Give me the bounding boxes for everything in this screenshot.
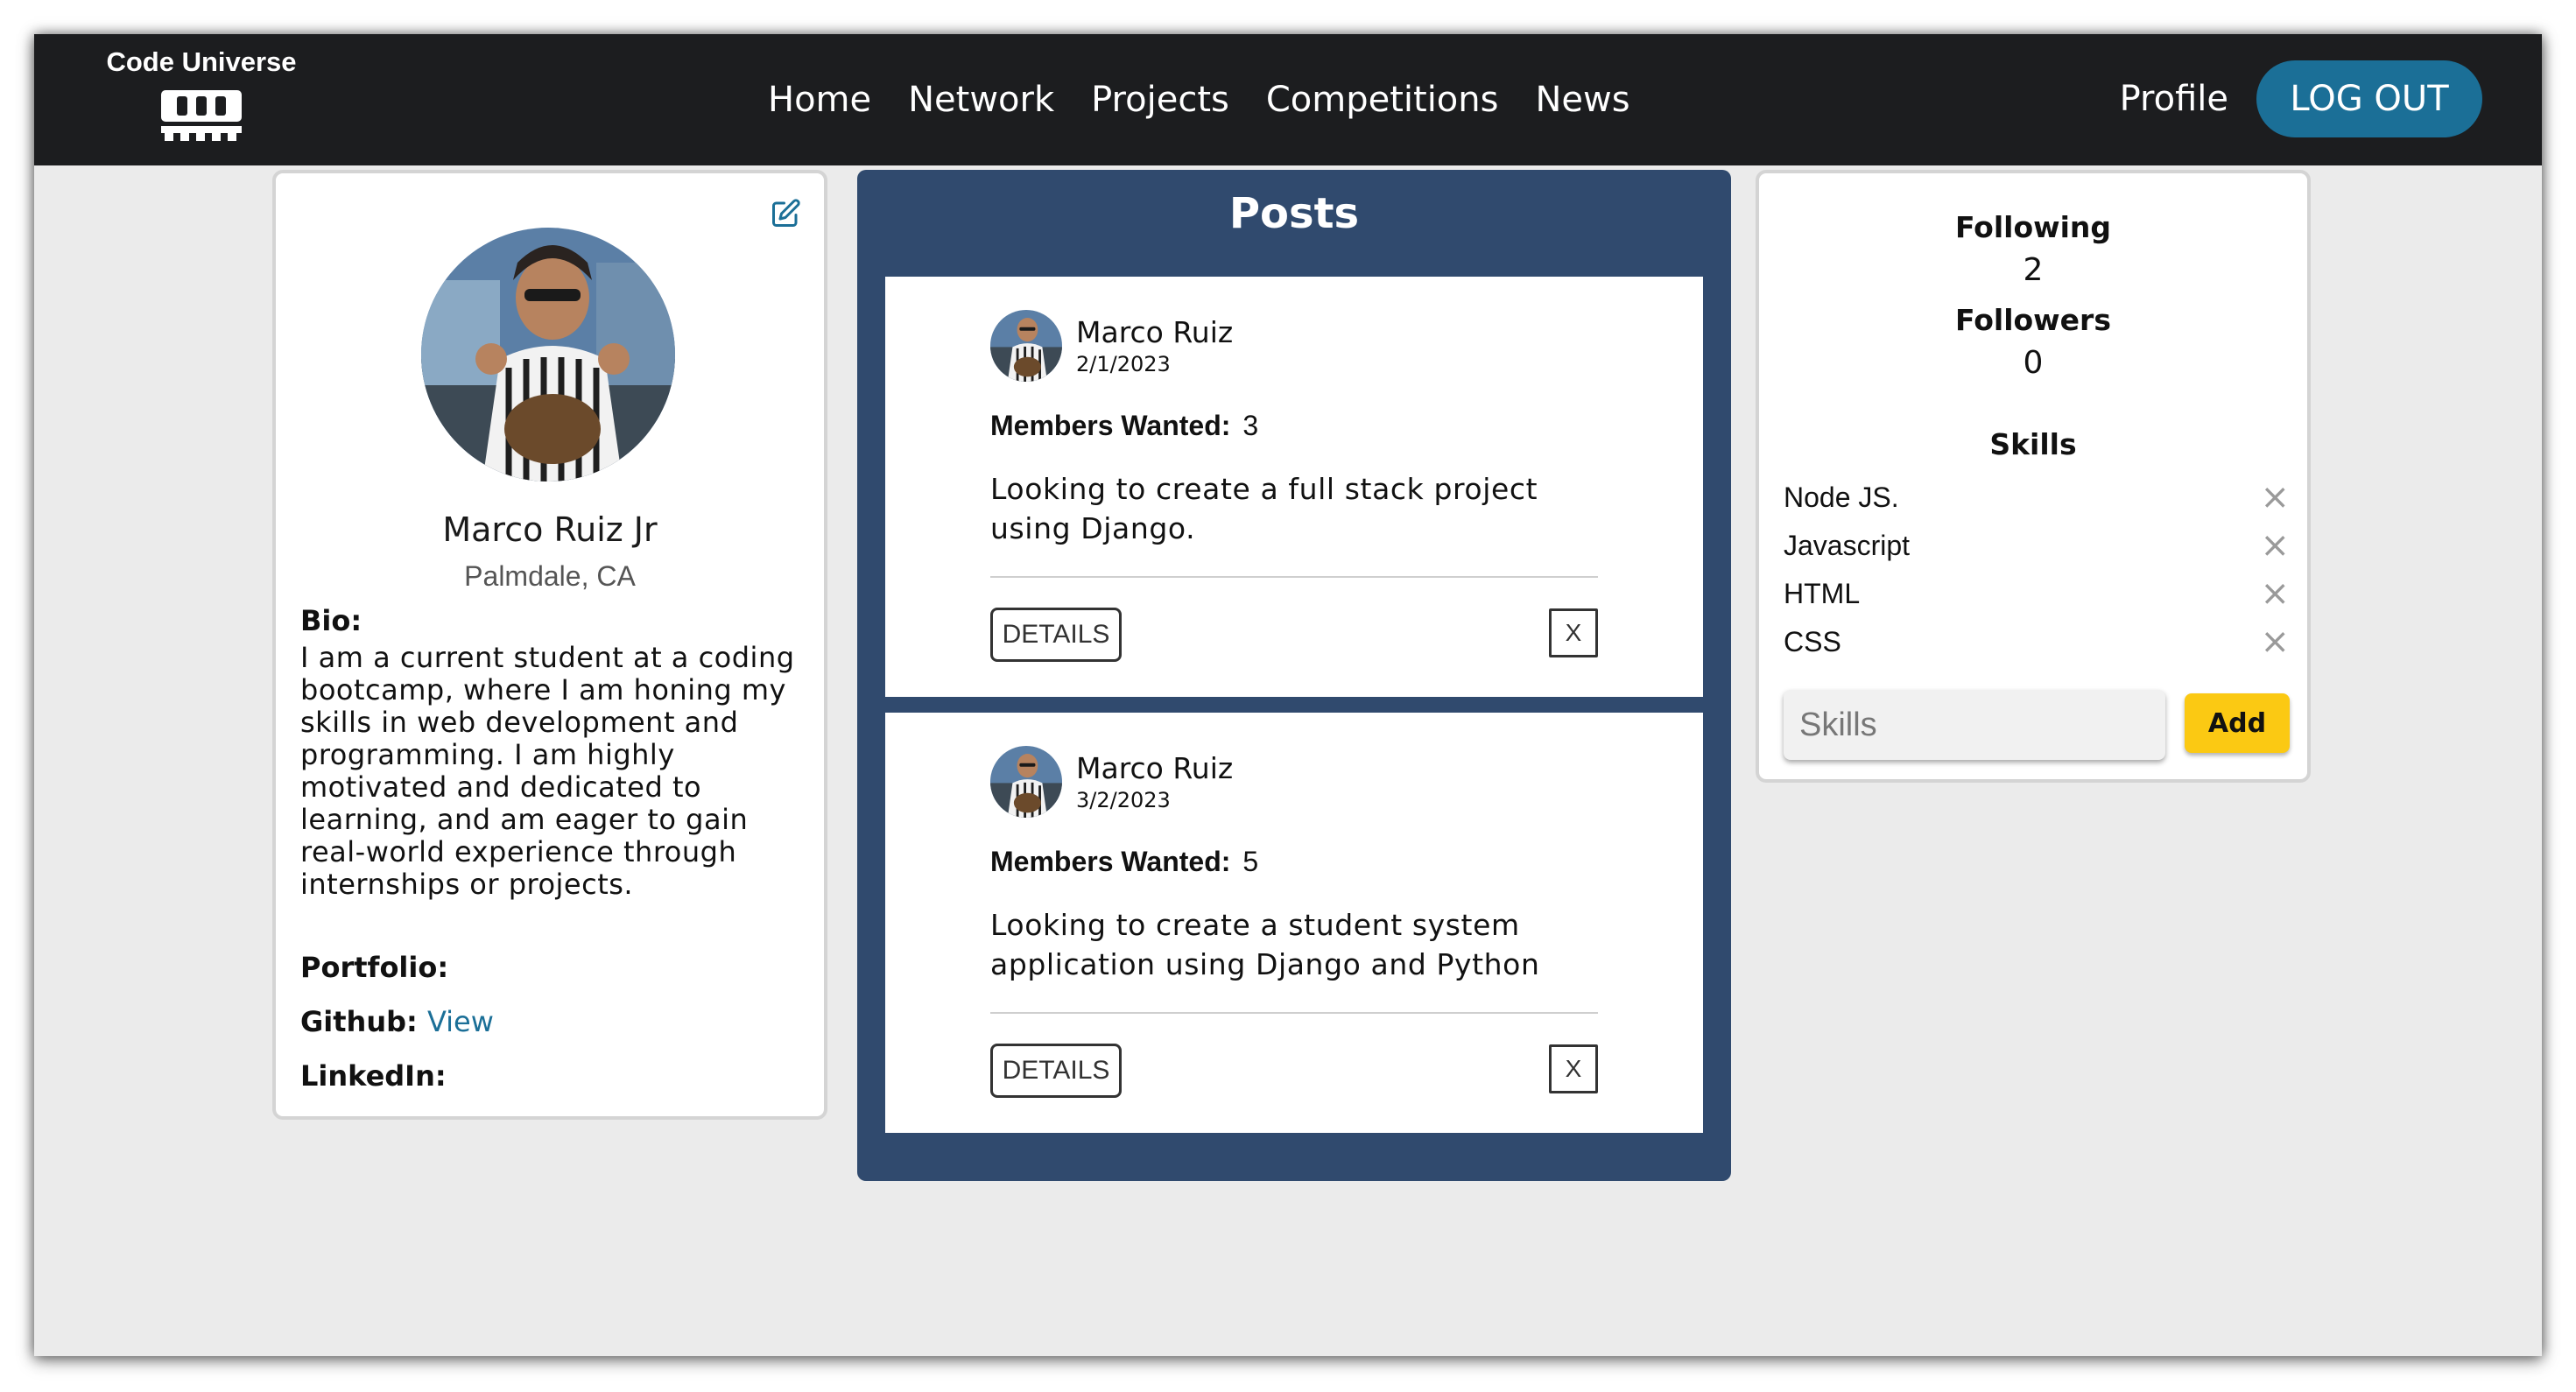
nav-competitions[interactable]: Competitions [1266, 80, 1499, 120]
brand[interactable]: Code Universe [101, 46, 302, 143]
github-row: Github: View [300, 1005, 494, 1038]
nav-projects[interactable]: Projects [1091, 80, 1229, 120]
post-author-avatar [990, 310, 1062, 382]
following-label: Following [1954, 210, 2112, 244]
members-wanted-value: 3 [1242, 410, 1259, 441]
nav-profile[interactable]: Profile [2120, 79, 2228, 119]
nav-links: Home Network Projects Competitions News [768, 34, 1667, 165]
linkedin-label: LinkedIn: [300, 1059, 447, 1093]
bio-label: Bio: [300, 604, 362, 637]
profile-name: Marco Ruiz Jr [442, 510, 658, 549]
skill-item: CSS × [1784, 624, 2290, 659]
post-author: Marco Ruiz [1076, 315, 1234, 349]
nav-news[interactable]: News [1535, 80, 1629, 120]
post-description: Looking to create a student system appli… [990, 908, 1540, 981]
skill-name: Javascript [1784, 529, 1911, 561]
bio-text: I am a current student at a coding bootc… [300, 641, 795, 901]
skill-name: CSS [1784, 625, 1841, 657]
github-label: Github: [300, 1005, 418, 1038]
portfolio-label: Portfolio: [300, 951, 449, 984]
post-card: Marco Ruiz 3/2/2023 Members Wanted: 5 Loo… [885, 713, 1703, 1133]
skill-item: Node JS. × [1784, 480, 2290, 515]
followers-label: Followers [1955, 303, 2111, 337]
posts-title: Posts [1228, 189, 1360, 238]
nav-right: Profile LOG OUT [2120, 60, 2482, 137]
details-button[interactable]: DETAILS [990, 608, 1122, 662]
post-author-avatar [990, 746, 1062, 818]
remove-skill-icon[interactable]: × [2260, 624, 2290, 659]
app-window: Code Universe Home Network Projects Comp… [34, 34, 2542, 1356]
nav-home[interactable]: Home [768, 80, 871, 120]
profile-location: Palmdale, CA [464, 560, 636, 592]
details-button[interactable]: DETAILS [990, 1044, 1122, 1098]
stats-card: Following 2 Followers 0 Skills Node JS. … [1756, 170, 2311, 783]
members-wanted-value: 5 [1242, 846, 1259, 877]
skills-heading: Skills [1989, 427, 2077, 461]
nav-network[interactable]: Network [908, 80, 1054, 120]
skill-name: HTML [1784, 577, 1861, 609]
delete-post-button[interactable]: X [1549, 608, 1598, 657]
portfolio-row: Portfolio: [300, 951, 448, 984]
post-author: Marco Ruiz [1076, 751, 1234, 785]
remove-skill-icon[interactable]: × [2260, 480, 2290, 515]
members-wanted-label: Members Wanted: [990, 410, 1231, 441]
post-divider [990, 1012, 1598, 1014]
post-description: Looking to create a full stack project u… [990, 472, 1538, 545]
post-date: 3/2/2023 [1076, 788, 1171, 812]
profile-card: Marco Ruiz Jr Palmdale, CA Bio: I am a c… [272, 170, 827, 1120]
remove-skill-icon[interactable]: × [2260, 528, 2290, 563]
posts-panel: Posts Marco Ruiz 2/1/2023 Members Wanted… [857, 170, 1731, 1181]
add-skill-button[interactable]: Add [2185, 693, 2290, 753]
edit-icon[interactable] [770, 198, 801, 229]
github-view-link[interactable]: View [427, 1005, 494, 1038]
post-card: Marco Ruiz 2/1/2023 Members Wanted: 3 Loo… [885, 277, 1703, 697]
followers-count: 0 [2023, 345, 2044, 381]
profile-avatar [421, 228, 675, 482]
logout-button[interactable]: LOG OUT [2256, 60, 2482, 137]
post-divider [990, 576, 1598, 578]
brand-title: Code Universe [106, 46, 297, 77]
navbar: Code Universe Home Network Projects Comp… [34, 34, 2542, 165]
members-wanted-label: Members Wanted: [990, 846, 1231, 877]
skill-item: Javascript × [1784, 528, 2290, 563]
delete-post-button[interactable]: X [1549, 1044, 1598, 1093]
post-members-wanted: Members Wanted: 3 [990, 410, 1258, 442]
remove-skill-icon[interactable]: × [2260, 576, 2290, 611]
linkedin-row: LinkedIn: [300, 1059, 447, 1093]
post-members-wanted: Members Wanted: 5 [990, 846, 1258, 878]
avatar-photo [421, 228, 675, 482]
skill-name: Node JS. [1784, 481, 1899, 513]
post-date: 2/1/2023 [1076, 352, 1171, 376]
skills-input[interactable] [1784, 690, 2165, 760]
skill-item: HTML × [1784, 576, 2290, 611]
following-count: 2 [2023, 252, 2044, 288]
keyboard-logo-icon [161, 90, 242, 141]
